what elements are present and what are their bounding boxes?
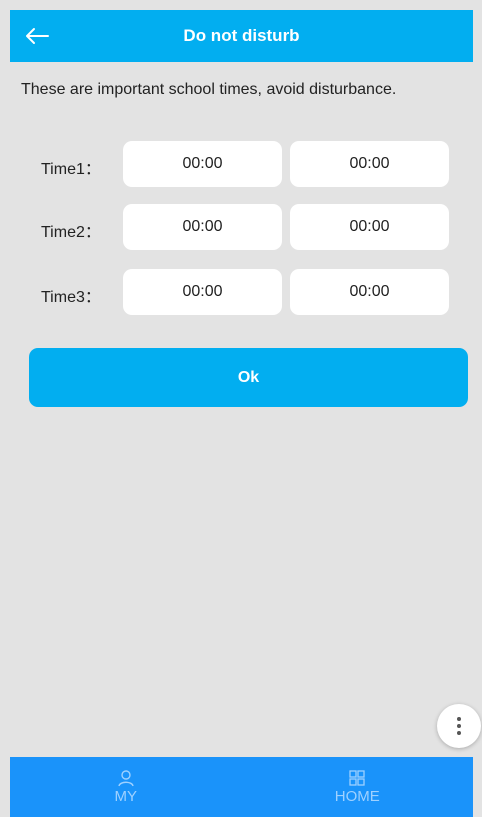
time-label: Time1： [41,161,101,178]
back-button[interactable] [22,21,52,51]
more-options-button[interactable] [437,704,481,748]
nav-label-my: MY [114,787,138,805]
time-label: Time2： [41,224,101,241]
nav-label-home: HOME [334,787,380,805]
more-vertical-icon-dot [457,724,461,728]
time-row-3: Time3： 00:00 00:00 [10,269,473,315]
more-vertical-icon [457,717,461,721]
start-time-field[interactable]: 00:00 [123,269,282,315]
grid-icon [349,769,365,786]
start-time-field[interactable]: 00:00 [123,204,282,250]
arrow-left-icon [26,28,49,44]
ok-button[interactable]: Ok [29,348,468,407]
time-row-2: Time2： 00:00 00:00 [10,204,473,250]
time-label: Time3： [41,289,101,306]
more-vertical-icon-dot [457,731,461,735]
nav-item-home[interactable]: HOME [242,757,474,817]
header-bar: Do not disturb [10,10,473,62]
bottom-nav: MY HOME [10,757,473,817]
description-text: These are important school times, avoid … [21,81,397,98]
time-row-1: Time1： 00:00 00:00 [10,141,473,187]
start-time-field[interactable]: 00:00 [123,141,282,187]
end-time-field[interactable]: 00:00 [290,269,449,315]
app-screen: Do not disturb These are important schoo… [0,0,482,817]
end-time-field[interactable]: 00:00 [290,141,449,187]
page-title: Do not disturb [183,26,300,45]
nav-item-my[interactable]: MY [10,757,242,817]
end-time-field[interactable]: 00:00 [290,204,449,250]
person-icon [118,769,134,786]
